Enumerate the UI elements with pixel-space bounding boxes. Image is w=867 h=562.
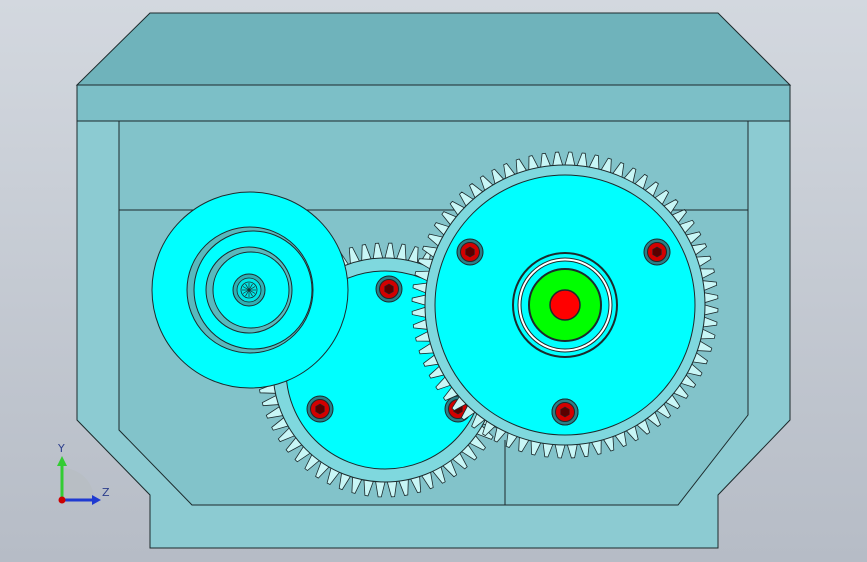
cad-viewport[interactable]: Y Z [0,0,867,562]
triad-z-arrow-icon [92,495,101,505]
input-disc[interactable] [151,191,349,389]
triad-quadrant [62,468,94,500]
hex-socket-icon [560,406,570,418]
triad-z-label: Z [102,486,110,499]
triad-y-arrow-icon [57,456,67,466]
housing-top-cover [75,12,792,86]
hex-socket-icon [652,246,662,258]
gearbox-drawing [57,12,792,549]
hex-socket-icon [465,246,475,258]
coordinate-triad[interactable] [57,456,101,505]
hex-socket-icon [384,283,394,295]
hex-socket-icon [315,403,325,415]
triad-origin-icon [58,496,66,504]
triad-y-label: Y [58,442,65,455]
housing-top-band [76,84,791,122]
large-gear-shaft [549,289,581,321]
